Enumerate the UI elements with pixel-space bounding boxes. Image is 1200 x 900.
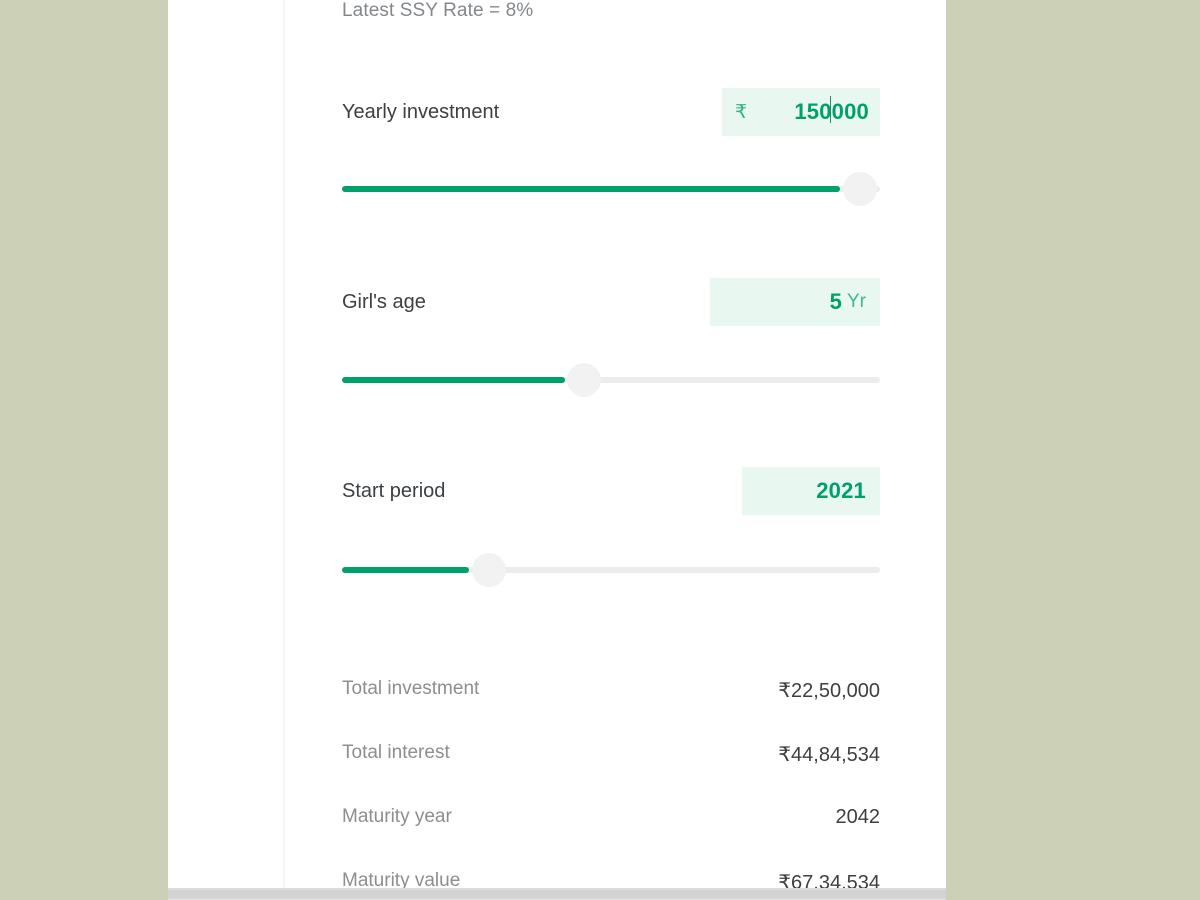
slider-yearly-investment[interactable] bbox=[342, 169, 880, 209]
yearly-investment-value[interactable]: 150000 bbox=[794, 96, 869, 125]
result-label: Maturity year bbox=[342, 806, 452, 827]
field-label-yearly-investment: Yearly investment bbox=[342, 101, 500, 123]
result-row-maturity-value: Maturity value ₹67,34,534 bbox=[342, 870, 880, 888]
slider-fill bbox=[342, 377, 565, 383]
slider-fill bbox=[342, 567, 469, 573]
slider-thumb[interactable] bbox=[472, 553, 506, 587]
result-value: ₹44,84,534 bbox=[778, 744, 880, 766]
slider-girls-age[interactable] bbox=[342, 360, 880, 400]
girls-age-value[interactable]: 5 bbox=[830, 289, 842, 315]
result-value: 2042 bbox=[835, 806, 881, 828]
result-row-total-interest: Total interest ₹44,84,534 bbox=[342, 742, 880, 768]
panel-left-divider bbox=[283, 0, 285, 888]
slider-start-period[interactable] bbox=[342, 550, 880, 590]
horizontal-scrollbar-thumb[interactable] bbox=[168, 890, 946, 898]
ssy-rate-note: Latest SSY Rate = 8% bbox=[342, 0, 534, 21]
screenshot-root: Latest SSY Rate = 8% Yearly investment ₹… bbox=[0, 0, 1200, 900]
result-row-total-investment: Total investment ₹22,50,000 bbox=[342, 678, 880, 704]
field-label-girls-age: Girl's age bbox=[342, 291, 426, 313]
slider-thumb[interactable] bbox=[567, 363, 601, 397]
start-period-value[interactable]: 2021 bbox=[816, 478, 866, 504]
result-value: ₹22,50,000 bbox=[778, 680, 880, 702]
calculator-panel: Latest SSY Rate = 8% Yearly investment ₹… bbox=[168, 0, 946, 888]
girls-age-input[interactable]: 5 Yr bbox=[710, 278, 880, 326]
start-period-input[interactable]: 2021 bbox=[742, 467, 880, 515]
field-label-start-period: Start period bbox=[342, 480, 446, 502]
result-label: Maturity value bbox=[342, 870, 461, 888]
rupee-icon: ₹ bbox=[735, 101, 748, 123]
result-row-maturity-year: Maturity year 2042 bbox=[342, 806, 880, 832]
slider-fill bbox=[342, 186, 840, 192]
result-value: ₹67,34,534 bbox=[778, 872, 880, 888]
slider-thumb[interactable] bbox=[843, 172, 877, 206]
result-label: Total investment bbox=[342, 678, 480, 699]
horizontal-scrollbar[interactable] bbox=[168, 888, 946, 900]
girls-age-unit: Yr bbox=[847, 291, 866, 312]
yearly-investment-input[interactable]: ₹ 150000 bbox=[722, 88, 880, 136]
result-label: Total interest bbox=[342, 742, 450, 763]
